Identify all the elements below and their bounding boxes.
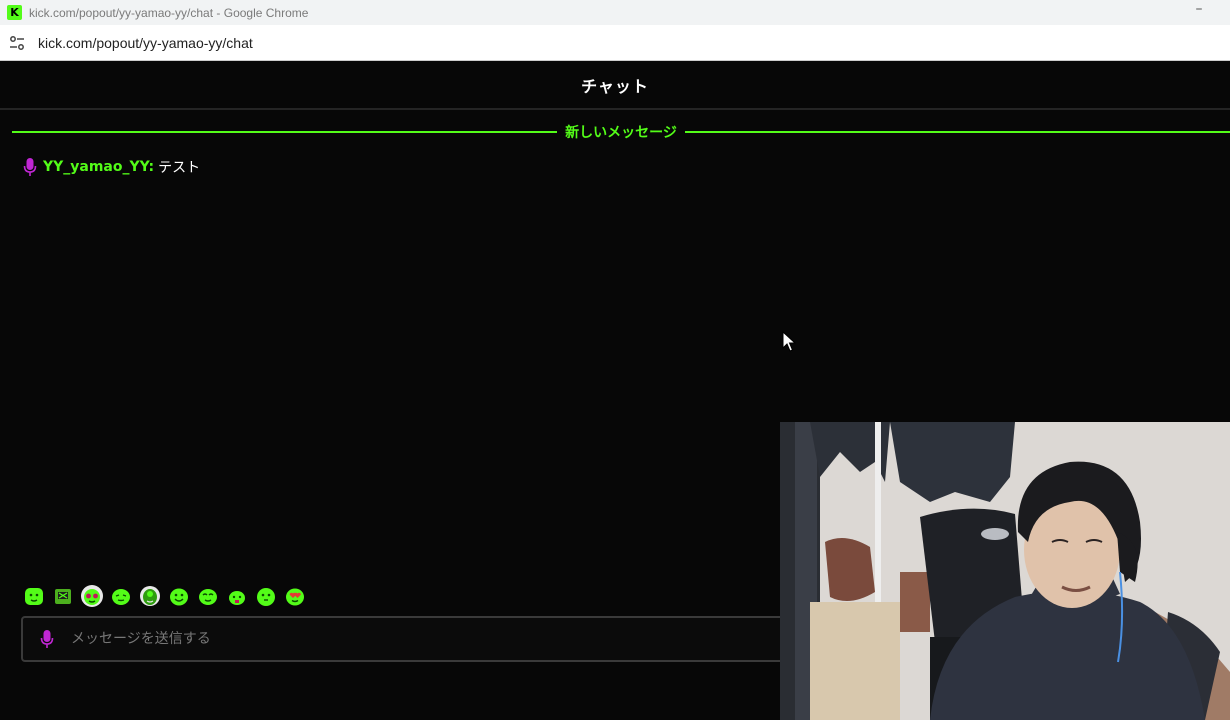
browser-title-bar: K kick.com/popout/yy-yamao-yy/chat - Goo… bbox=[0, 0, 1230, 25]
message-input-box[interactable] bbox=[21, 616, 811, 662]
new-messages-label: 新しいメッセージ bbox=[565, 125, 677, 141]
divider-line-left bbox=[12, 131, 558, 133]
chat-header: チャット bbox=[0, 62, 1230, 110]
message-text: テスト bbox=[158, 160, 201, 176]
emote-4[interactable] bbox=[109, 584, 133, 608]
emote-9[interactable] bbox=[254, 584, 278, 608]
emote-bar bbox=[22, 582, 312, 610]
emote-10[interactable] bbox=[283, 584, 307, 608]
webcam-image bbox=[780, 422, 1230, 720]
microphone-icon bbox=[23, 158, 37, 176]
emote-1[interactable] bbox=[22, 584, 46, 608]
chat-message: YY_yamao_YY: テスト bbox=[22, 156, 200, 178]
chat-title: チャット bbox=[581, 77, 649, 96]
emote-2[interactable] bbox=[51, 584, 75, 608]
new-messages-divider: 新しいメッセージ bbox=[12, 122, 1230, 142]
message-input[interactable] bbox=[69, 630, 673, 648]
url-text[interactable]: kick.com/popout/yy-yamao-yy/chat bbox=[38, 35, 253, 51]
minimize-button[interactable]: – bbox=[1192, 2, 1206, 18]
kick-favicon-icon: K bbox=[7, 5, 22, 20]
mouse-cursor-icon bbox=[782, 331, 796, 352]
window-title: kick.com/popout/yy-yamao-yy/chat - Googl… bbox=[29, 5, 309, 20]
address-bar[interactable]: kick.com/popout/yy-yamao-yy/chat bbox=[0, 25, 1230, 61]
webcam-overlay bbox=[780, 422, 1230, 720]
emote-3[interactable] bbox=[80, 584, 104, 608]
message-username[interactable]: YY_yamao_YY: bbox=[43, 159, 154, 175]
emote-7[interactable] bbox=[196, 584, 220, 608]
emote-5[interactable] bbox=[138, 584, 162, 608]
site-settings-icon[interactable] bbox=[8, 34, 26, 52]
microphone-icon bbox=[40, 630, 54, 648]
emote-8[interactable] bbox=[225, 584, 249, 608]
emote-6[interactable] bbox=[167, 584, 191, 608]
divider-line-right bbox=[684, 131, 1230, 133]
